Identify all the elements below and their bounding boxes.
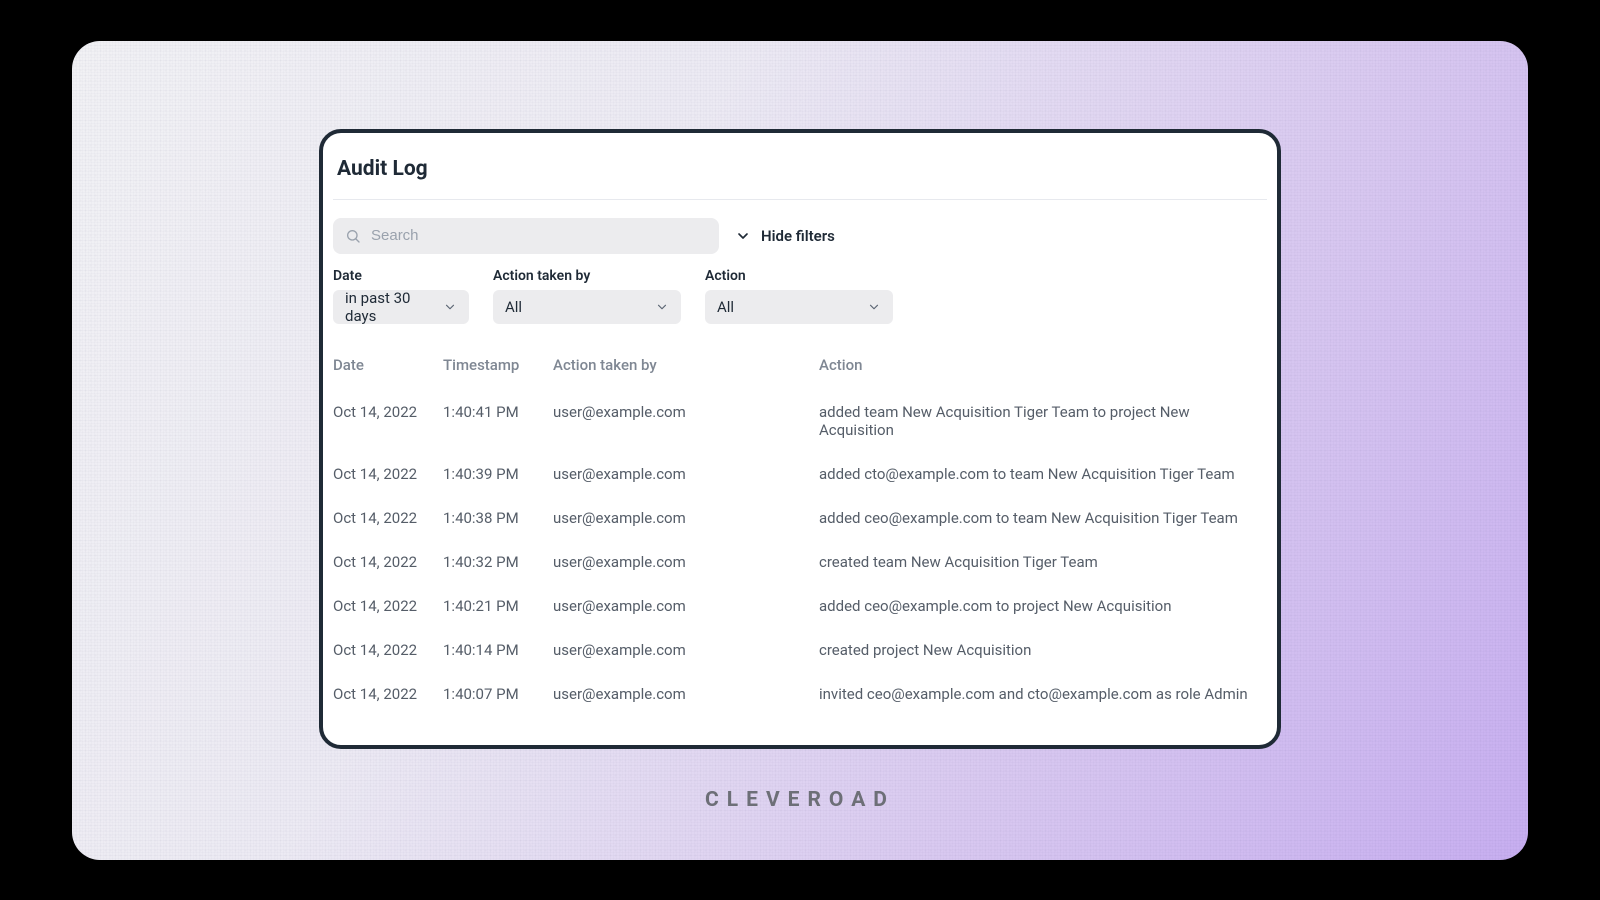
search-input[interactable] — [371, 227, 707, 244]
cell-date: Oct 14, 2022 — [333, 465, 443, 483]
filter-action-select[interactable]: All — [705, 290, 893, 324]
col-header-action: Action — [819, 356, 1267, 374]
cell-action: created project New Acquisition — [819, 641, 1267, 659]
cell-actor: user@example.com — [553, 597, 819, 615]
cell-date: Oct 14, 2022 — [333, 641, 443, 659]
filter-date-select[interactable]: in past 30 days — [333, 290, 469, 324]
filter-actor: Action taken by All — [493, 268, 681, 324]
filter-date: Date in past 30 days — [333, 268, 469, 324]
cell-date: Oct 14, 2022 — [333, 553, 443, 571]
filter-actor-value: All — [505, 298, 522, 316]
cell-timestamp: 1:40:39 PM — [443, 465, 553, 483]
cell-actor: user@example.com — [553, 685, 819, 703]
cell-date: Oct 14, 2022 — [333, 403, 443, 439]
table-row: Oct 14, 20221:40:32 PMuser@example.comcr… — [323, 540, 1277, 584]
filters-row: Date in past 30 days Action taken by All — [323, 268, 1277, 332]
table-row: Oct 14, 20221:40:07 PMuser@example.comin… — [323, 672, 1277, 716]
chevron-down-icon — [443, 300, 457, 314]
filter-action-label: Action — [705, 268, 893, 284]
toggle-filters-label: Hide filters — [761, 227, 835, 245]
toolbar: Hide filters — [323, 218, 1277, 268]
table-body: Oct 14, 20221:40:41 PMuser@example.comad… — [323, 390, 1277, 716]
cell-date: Oct 14, 2022 — [333, 509, 443, 527]
table-row: Oct 14, 20221:40:41 PMuser@example.comad… — [323, 390, 1277, 452]
audit-log-panel: Audit Log Hide filters D — [319, 129, 1281, 749]
cell-actor: user@example.com — [553, 403, 819, 439]
chevron-down-icon — [867, 300, 881, 314]
cell-action: added team New Acquisition Tiger Team to… — [819, 403, 1267, 439]
table-row: Oct 14, 20221:40:21 PMuser@example.comad… — [323, 584, 1277, 628]
filter-actor-label: Action taken by — [493, 268, 681, 284]
panel-inner: Audit Log Hide filters D — [323, 147, 1277, 716]
divider — [333, 199, 1267, 200]
chevron-down-icon — [735, 228, 751, 244]
cell-action: added ceo@example.com to team New Acquis… — [819, 509, 1267, 527]
chevron-down-icon — [655, 300, 669, 314]
col-header-actor: Action taken by — [553, 356, 819, 374]
cell-timestamp: 1:40:32 PM — [443, 553, 553, 571]
search-icon — [345, 228, 361, 244]
cell-timestamp: 1:40:21 PM — [443, 597, 553, 615]
search-input-wrapper[interactable] — [333, 218, 719, 254]
cell-action: added ceo@example.com to project New Acq… — [819, 597, 1267, 615]
filter-actor-select[interactable]: All — [493, 290, 681, 324]
table-row: Oct 14, 20221:40:14 PMuser@example.comcr… — [323, 628, 1277, 672]
col-header-timestamp: Timestamp — [443, 356, 553, 374]
presentation-stage: Audit Log Hide filters D — [72, 41, 1528, 860]
cell-timestamp: 1:40:07 PM — [443, 685, 553, 703]
table-row: Oct 14, 20221:40:39 PMuser@example.comad… — [323, 452, 1277, 496]
cell-action: created team New Acquisition Tiger Team — [819, 553, 1267, 571]
cell-actor: user@example.com — [553, 465, 819, 483]
filter-date-label: Date — [333, 268, 469, 284]
filter-action: Action All — [705, 268, 893, 324]
cell-timestamp: 1:40:41 PM — [443, 403, 553, 439]
cell-actor: user@example.com — [553, 641, 819, 659]
cell-actor: user@example.com — [553, 509, 819, 527]
table-row: Oct 14, 20221:40:38 PMuser@example.comad… — [323, 496, 1277, 540]
cell-action: invited ceo@example.com and cto@example.… — [819, 685, 1267, 703]
table-header: Date Timestamp Action taken by Action — [323, 350, 1277, 390]
toggle-filters-button[interactable]: Hide filters — [735, 227, 835, 245]
cell-date: Oct 14, 2022 — [333, 685, 443, 703]
cell-timestamp: 1:40:14 PM — [443, 641, 553, 659]
cell-timestamp: 1:40:38 PM — [443, 509, 553, 527]
cell-action: added cto@example.com to team New Acquis… — [819, 465, 1267, 483]
filter-date-value: in past 30 days — [345, 289, 443, 325]
col-header-date: Date — [333, 356, 443, 374]
filter-action-value: All — [717, 298, 734, 316]
cell-date: Oct 14, 2022 — [333, 597, 443, 615]
cell-actor: user@example.com — [553, 553, 819, 571]
audit-table: Date Timestamp Action taken by Action Oc… — [323, 350, 1277, 716]
page-title: Audit Log — [327, 147, 1277, 199]
brand-text: CLEVEROAD — [72, 788, 1528, 812]
